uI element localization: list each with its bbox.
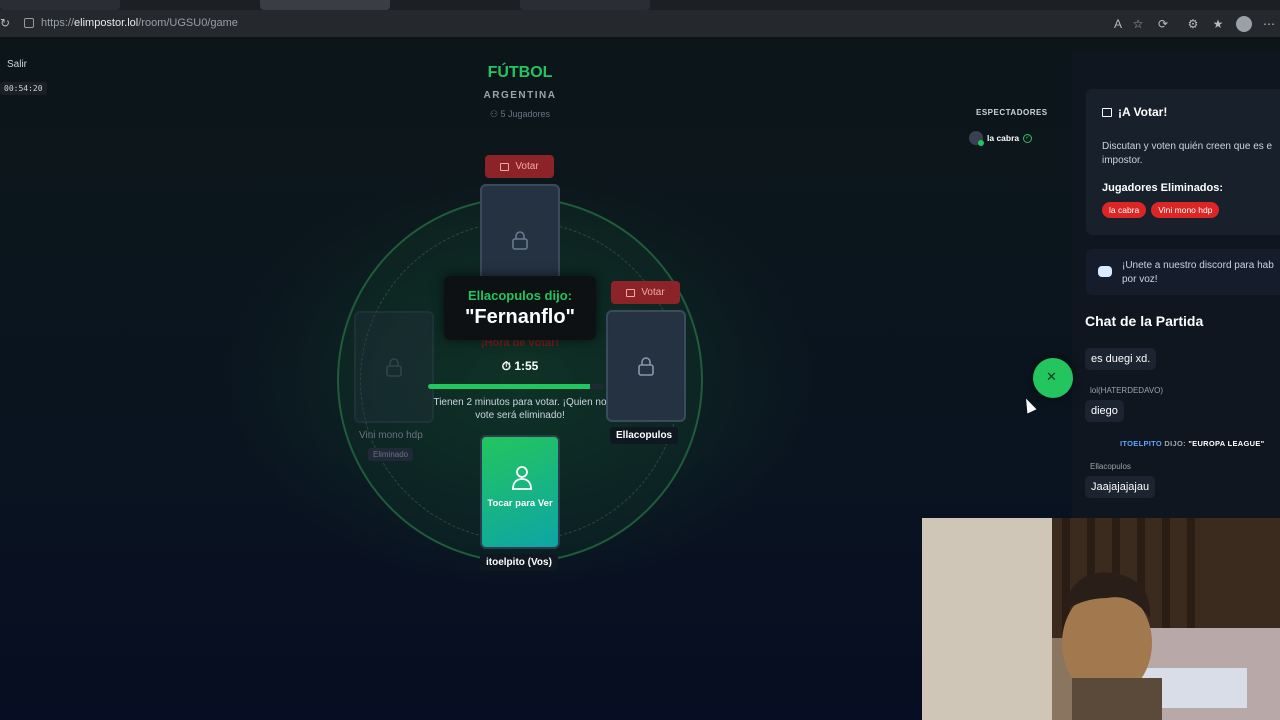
system-message: ITOELPITO DIJO: "EUROPA LEAGUE" — [1120, 439, 1265, 448]
chat-message: es duegi xd. — [1085, 348, 1157, 370]
player-card-right[interactable] — [606, 310, 686, 422]
eliminated-chip: Vini mono hdp — [1151, 202, 1220, 218]
eliminated-players-title: Jugadores Eliminados: — [1102, 182, 1224, 194]
vote-progress-bar — [428, 384, 604, 389]
url-path: /room/UGSU0/game — [138, 17, 238, 29]
player-card-left — [354, 311, 434, 423]
more-menu-icon[interactable]: ⋯ — [1261, 16, 1277, 32]
system-message-verb: DIJO: — [1164, 439, 1186, 448]
vote-desc-line: impostor. — [1102, 155, 1143, 166]
mouse-cursor — [1021, 396, 1037, 414]
discord-banner[interactable]: ¡Unete a nuestro discord para hab por vo… — [1086, 249, 1280, 295]
chat-author: Ellacopulos — [1090, 462, 1131, 471]
my-word-card[interactable]: Tocar para Ver — [480, 435, 560, 549]
vote-label: Votar — [641, 287, 665, 298]
player-name-right: Ellacopulos — [610, 427, 679, 444]
url-prefix: https:// — [41, 17, 75, 29]
browser-tab[interactable] — [520, 0, 650, 10]
check-icon: ✓ — [1023, 133, 1033, 143]
users-icon: ⚇ — [489, 109, 501, 119]
settings-icon[interactable]: ⚙ — [1185, 16, 1201, 32]
vote-progress-fill — [428, 384, 590, 389]
player-name-left: Vini mono hdp — [359, 430, 423, 441]
spectator-name: la cabra — [987, 133, 1020, 143]
lock-icon — [638, 357, 654, 376]
timer-icon: ⏱ — [501, 359, 515, 373]
players-count-label: 5 Jugadores — [500, 109, 551, 119]
said-word: "Fernanflo" — [464, 306, 576, 328]
category-title: FÚTBOL — [487, 64, 553, 81]
eliminated-badge: Eliminado — [368, 448, 414, 461]
system-message-word: "EUROPA LEAGUE" — [1188, 439, 1265, 448]
subcategory-title: ARGENTINA — [483, 90, 557, 101]
address-bar: ↻ https://elimpostor.lol/room/UGSU0/game… — [0, 10, 1280, 38]
url-field[interactable]: https://elimpostor.lol/room/UGSU0/game — [41, 17, 238, 29]
spectators-title: ESPECTADORES — [976, 108, 1048, 117]
eliminated-players-list: la cabra Vini mono hdp — [1102, 202, 1220, 218]
discord-text: ¡Unete a nuestro discord para hab por vo… — [1122, 259, 1274, 287]
players-count: ⚇ 5 Jugadores — [450, 109, 590, 120]
spectator-item: la cabra ✓ — [969, 131, 1033, 146]
system-message-author: ITOELPITO — [1120, 439, 1163, 448]
vote-button-top[interactable]: Votar — [485, 155, 554, 178]
vote-card-description: Discutan y voten quién creen que es e im… — [1102, 140, 1280, 168]
url-host: elimpostor.lol — [74, 17, 139, 29]
chat-message: diego — [1085, 400, 1124, 422]
lock-icon — [386, 358, 402, 377]
vote-instructions: Tienen 2 minutos para votar. ¡Quien no v… — [433, 397, 607, 421]
discord-line: ¡Unete a nuestro discord para hab — [1122, 260, 1274, 271]
vote-countdown: ⏱ 1:55 — [480, 359, 560, 374]
vote-icon — [1102, 107, 1112, 117]
discord-icon — [1098, 266, 1112, 277]
avatar — [969, 131, 984, 146]
chat-author: lol(HATERDEDAVO) — [1090, 386, 1164, 395]
countdown-value: 1:55 — [514, 359, 539, 373]
said-word-box: Ellacopulos dijo: "Fernanflo" — [444, 276, 596, 340]
vote-card-title: ¡A Votar! — [1118, 105, 1168, 119]
close-icon: ✕ — [1046, 369, 1057, 384]
extensions-icon[interactable]: ⟳ — [1155, 16, 1171, 32]
chat-message: Jaajajajajau — [1085, 476, 1156, 498]
discord-line: por voz! — [1122, 274, 1158, 285]
floating-action-button[interactable]: ✕ — [1033, 358, 1073, 398]
exit-button[interactable]: Salir — [7, 59, 27, 70]
webcam-overlay — [922, 518, 1280, 720]
my-player-name: itoelpito (Vos) — [480, 554, 558, 571]
said-author: Ellacopulos dijo: — [467, 288, 572, 303]
lock-icon — [512, 231, 528, 250]
vote-label: Votar — [515, 161, 539, 172]
site-info-icon[interactable] — [24, 18, 34, 28]
browser-tab[interactable] — [0, 0, 120, 10]
vote-info-card: ¡A Votar! Discutan y voten quién creen q… — [1086, 89, 1280, 235]
browser-tab-active[interactable] — [260, 0, 390, 10]
webcam-image — [922, 518, 1280, 720]
vote-icon — [500, 162, 510, 171]
person-icon — [512, 466, 532, 490]
read-aloud-icon[interactable]: A — [1110, 16, 1126, 32]
reload-icon[interactable]: ↻ — [0, 16, 12, 30]
vote-card-header: ¡A Votar! — [1102, 105, 1167, 119]
vote-button-right[interactable]: Votar — [611, 281, 680, 304]
chat-title: Chat de la Partida — [1085, 313, 1204, 329]
collections-icon[interactable]: ★ — [1210, 16, 1226, 32]
profile-avatar[interactable] — [1236, 16, 1252, 32]
vote-icon — [626, 288, 636, 297]
vote-desc-line: Discutan y voten quién creen que es e — [1102, 141, 1273, 152]
elapsed-timer: 00:54:20 — [0, 82, 47, 95]
eliminated-chip: la cabra — [1102, 202, 1147, 218]
tap-to-see-label: Tocar para Ver — [487, 498, 553, 509]
browser-tab-strip — [0, 0, 1280, 10]
favorite-star-icon[interactable]: ☆ — [1130, 16, 1146, 32]
